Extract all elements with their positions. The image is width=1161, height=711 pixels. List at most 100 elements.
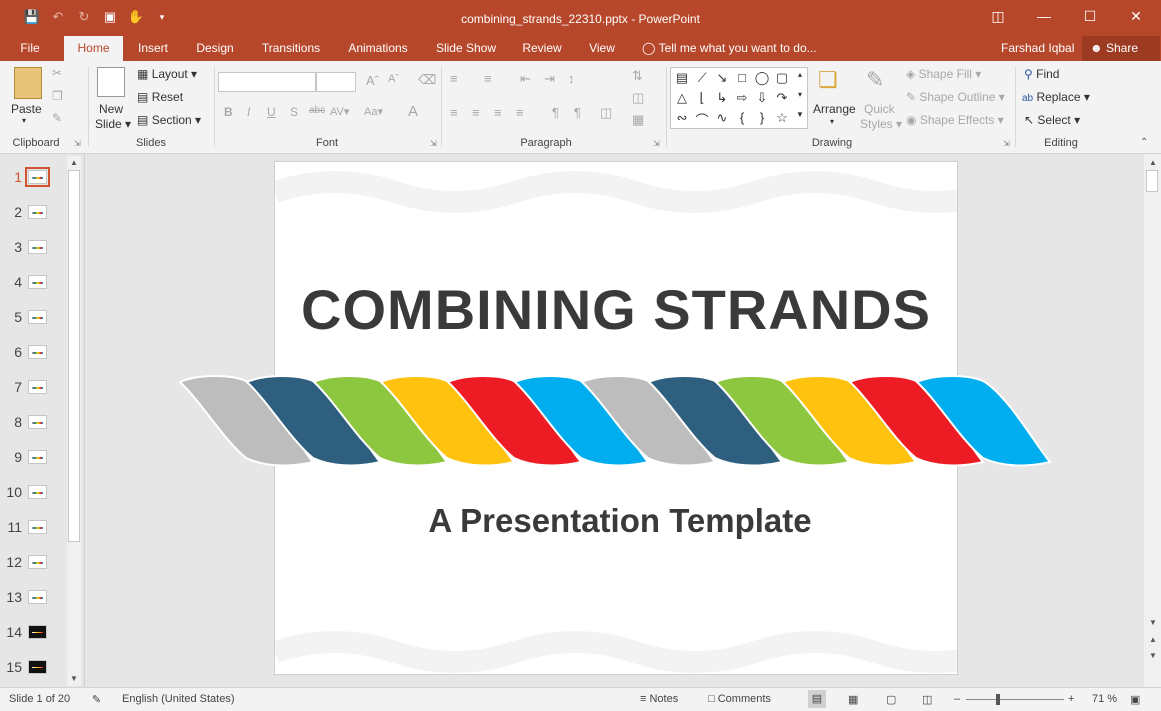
- font-launcher-icon[interactable]: ⇲: [430, 139, 437, 148]
- line-spacing-icon[interactable]: ↕: [568, 71, 575, 86]
- text-box-shape-icon[interactable]: ▤: [673, 70, 691, 86]
- next-slide-icon[interactable]: ▼: [1146, 649, 1160, 663]
- decrease-font-icon[interactable]: Aˇ: [388, 73, 399, 85]
- tell-me-box[interactable]: ◯ Tell me what you want to do...: [642, 36, 817, 61]
- spell-check-icon[interactable]: ✎: [92, 693, 101, 706]
- clipboard-launcher-icon[interactable]: ⇲: [74, 139, 81, 148]
- tab-view[interactable]: View: [582, 36, 622, 61]
- tab-review[interactable]: Review: [517, 36, 567, 61]
- reset-button[interactable]: ▤ Reset: [137, 90, 183, 104]
- slide-preview[interactable]: [28, 450, 47, 464]
- numbering-icon[interactable]: ≡: [484, 71, 492, 86]
- slide-thumbnail-13[interactable]: 13: [0, 581, 66, 616]
- thumbnail-scroll-thumb[interactable]: [68, 170, 80, 542]
- text-direction-icon[interactable]: ⇅: [632, 68, 643, 84]
- line-shape-icon[interactable]: ⟋: [693, 70, 711, 86]
- tab-insert[interactable]: Insert: [131, 36, 175, 61]
- paste-button[interactable]: Paste: [11, 102, 42, 116]
- slide-thumbnail-11[interactable]: 11: [0, 511, 66, 546]
- arc-shape-icon[interactable]: ⌒: [693, 110, 711, 129]
- slide-thumbnail-3[interactable]: 3: [0, 231, 66, 266]
- collapse-ribbon-icon[interactable]: ⌃: [1140, 137, 1148, 148]
- new-slide-label-1[interactable]: New: [99, 102, 123, 116]
- tab-file[interactable]: File: [12, 36, 48, 61]
- align-left-icon[interactable]: ≡: [450, 105, 458, 120]
- slide-thumbnail-8[interactable]: 8: [0, 406, 66, 441]
- gallery-up-icon[interactable]: ▴: [793, 70, 807, 79]
- italic-icon[interactable]: I: [247, 105, 250, 119]
- slide-preview[interactable]: [28, 310, 47, 324]
- character-spacing-icon[interactable]: AV▾: [330, 105, 349, 118]
- curved-shape-icon[interactable]: ↷: [773, 90, 791, 106]
- slide-preview[interactable]: [28, 415, 47, 429]
- bold-icon[interactable]: B: [224, 105, 233, 119]
- user-name[interactable]: Farshad Iqbal: [1001, 36, 1074, 61]
- cut-icon[interactable]: ✂: [52, 66, 62, 80]
- zoom-slider-thumb[interactable]: [996, 694, 1000, 705]
- increase-font-icon[interactable]: Aˆ: [366, 73, 379, 88]
- language-indicator[interactable]: English (United States): [122, 693, 235, 705]
- slide-preview[interactable]: [28, 205, 47, 219]
- shapes-gallery[interactable]: ▤ ⟋ ↘ □ ◯ ▢ △ ⌊ ↳ ⇨ ⇩ ↷ ∾ ⌒ ∿ { } ☆ ▴ ▾ …: [670, 67, 808, 129]
- font-color-icon[interactable]: A: [408, 103, 418, 120]
- scroll-up-icon[interactable]: ▲: [67, 156, 81, 170]
- editor-scroll-up-icon[interactable]: ▲: [1146, 156, 1160, 170]
- ltr-icon[interactable]: ¶: [574, 105, 581, 120]
- slide-preview[interactable]: [28, 590, 47, 604]
- section-button[interactable]: ▤ Section ▾: [137, 113, 201, 127]
- columns-icon[interactable]: ◫: [600, 105, 612, 121]
- slide-preview[interactable]: [28, 345, 47, 359]
- arrow-line-shape-icon[interactable]: ↘: [713, 70, 731, 86]
- slide-thumbnail-5[interactable]: 5: [0, 301, 66, 336]
- editor-scroll-thumb[interactable]: [1146, 170, 1158, 192]
- underline-icon[interactable]: U: [267, 105, 276, 119]
- arrange-icon[interactable]: ❏: [818, 67, 838, 93]
- zoom-out-icon[interactable]: –: [954, 693, 960, 705]
- layout-button[interactable]: ▦ Layout ▾: [137, 67, 197, 81]
- slide-preview[interactable]: [28, 380, 47, 394]
- new-slide-label-2[interactable]: Slide ▾: [95, 117, 131, 131]
- slide-title[interactable]: COMBINING STRANDS: [275, 277, 957, 342]
- star-shape-icon[interactable]: ☆: [773, 110, 791, 126]
- slide-preview[interactable]: [28, 485, 47, 499]
- elbow-connector-shape-icon[interactable]: ⌊: [693, 90, 711, 106]
- zoom-in-icon[interactable]: +: [1068, 693, 1074, 705]
- quick-styles-icon[interactable]: ✎: [866, 67, 884, 93]
- normal-view-icon[interactable]: ▤: [808, 690, 826, 708]
- clear-formatting-icon[interactable]: ⌫: [418, 72, 436, 88]
- slide-preview[interactable]: [25, 167, 50, 187]
- editor-scroll-down-icon[interactable]: ▼: [1146, 616, 1160, 630]
- previous-slide-icon[interactable]: ▲: [1146, 633, 1160, 647]
- align-right-icon[interactable]: ≡: [494, 105, 502, 120]
- comments-button[interactable]: □ Comments: [708, 693, 771, 705]
- zoom-level[interactable]: 71 %: [1092, 693, 1117, 705]
- new-slide-icon[interactable]: [97, 67, 125, 97]
- quick-styles-label-1[interactable]: Quick: [864, 102, 895, 116]
- slide-thumbnail-14[interactable]: 14: [0, 616, 66, 651]
- curve-shape-icon[interactable]: ∿: [713, 110, 731, 126]
- paste-icon[interactable]: [14, 67, 42, 99]
- slide-thumbnail-7[interactable]: 7: [0, 371, 66, 406]
- rope-strands-graphic[interactable]: [178, 374, 1054, 468]
- rtl-icon[interactable]: ¶: [552, 105, 559, 120]
- oval-shape-icon[interactable]: ◯: [753, 70, 771, 86]
- rectangle-shape-icon[interactable]: □: [733, 70, 751, 85]
- shape-fill-button[interactable]: ◈ Shape Fill ▾: [906, 67, 981, 81]
- thumbnail-scrollbar[interactable]: ▲ ▼: [67, 156, 81, 686]
- slide-preview[interactable]: [28, 520, 47, 534]
- font-name-combo[interactable]: [218, 72, 316, 92]
- smartart-icon[interactable]: ▦: [632, 112, 644, 128]
- slide-preview[interactable]: [28, 625, 47, 639]
- slide-thumbnail-12[interactable]: 12: [0, 546, 66, 581]
- slide-thumbnail-4[interactable]: 4: [0, 266, 66, 301]
- tab-slide-show[interactable]: Slide Show: [432, 36, 500, 61]
- tab-transitions[interactable]: Transitions: [256, 36, 326, 61]
- slide-thumbnail-9[interactable]: 9: [0, 441, 66, 476]
- bullets-icon[interactable]: ≡: [450, 71, 458, 86]
- slide-show-icon[interactable]: ◫: [922, 693, 932, 706]
- editor-scrollbar[interactable]: ▲ ▼ ▲ ▼: [1144, 154, 1161, 687]
- paragraph-launcher-icon[interactable]: ⇲: [653, 139, 660, 148]
- find-button[interactable]: ⚲ Find: [1024, 67, 1059, 81]
- justify-icon[interactable]: ≡: [516, 105, 524, 120]
- slide-preview[interactable]: [28, 555, 47, 569]
